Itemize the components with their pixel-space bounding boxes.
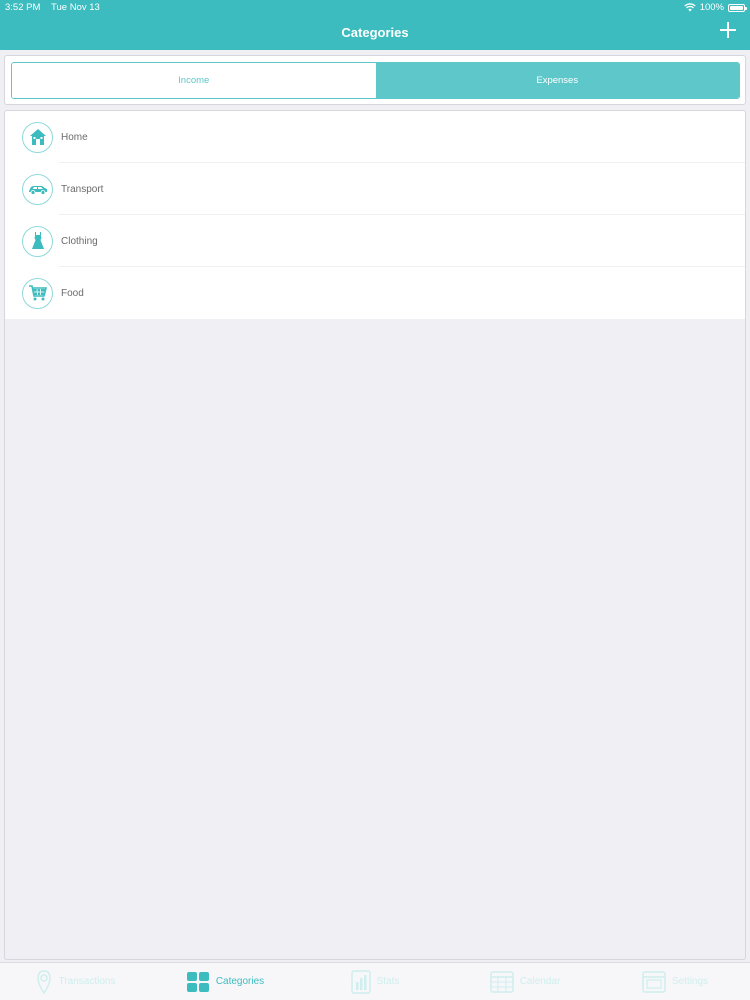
status-left: 3:52 PM Tue Nov 13 [5, 2, 100, 13]
status-right: 100% [684, 2, 747, 13]
battery-percent: 100% [699, 2, 724, 13]
car-icon [22, 173, 53, 205]
navigation-bar: 3:52 PM Tue Nov 13 100% Categories [0, 0, 750, 50]
page-title: Categories [341, 25, 409, 40]
add-category-button[interactable] [720, 22, 736, 38]
category-list: Home Transport Clothing Food [5, 111, 745, 319]
category-item-food[interactable]: Food [5, 267, 745, 319]
house-icon [22, 121, 53, 153]
tab-label: Transactions [58, 976, 116, 987]
tab-categories[interactable]: Categories [150, 963, 300, 1000]
category-label: Transport [61, 183, 104, 195]
category-label: Clothing [61, 235, 98, 247]
tab-label: Settings [671, 976, 709, 987]
status-time: 3:52 PM [5, 2, 41, 13]
calendar-icon [489, 970, 514, 993]
settings-icon [642, 970, 666, 993]
tab-settings[interactable]: Settings [600, 963, 750, 1000]
wifi-icon [684, 3, 696, 12]
dress-icon [22, 225, 53, 257]
type-segmented-control: Income Expenses [11, 62, 740, 99]
category-list-container: Home Transport Clothing Food [4, 110, 746, 960]
status-bar: 3:52 PM Tue Nov 13 100% [0, 0, 750, 16]
tab-label: Stats [376, 976, 400, 987]
tab-transactions[interactable]: Transactions [0, 963, 150, 1000]
tab-label: Calendar [519, 976, 561, 987]
tab-calendar[interactable]: Calendar [450, 963, 600, 1000]
category-item-clothing[interactable]: Clothing [5, 215, 745, 267]
category-label: Food [61, 287, 84, 299]
category-label: Home [61, 131, 88, 143]
grid-icon [186, 971, 209, 992]
status-date: Tue Nov 13 [51, 2, 100, 13]
tab-label: Categories [215, 976, 265, 987]
battery-icon [728, 3, 747, 12]
wallet-icon [36, 969, 51, 994]
chart-icon [350, 969, 371, 994]
shopping-cart-icon [22, 277, 53, 309]
tab-bar: Transactions Categories Stats Calendar S… [0, 962, 750, 1000]
segment-income[interactable]: Income [12, 63, 376, 98]
category-item-transport[interactable]: Transport [5, 163, 745, 215]
tab-stats[interactable]: Stats [300, 963, 450, 1000]
segment-container: Income Expenses [4, 55, 746, 105]
segment-expenses[interactable]: Expenses [375, 63, 739, 98]
category-item-home[interactable]: Home [5, 111, 745, 163]
